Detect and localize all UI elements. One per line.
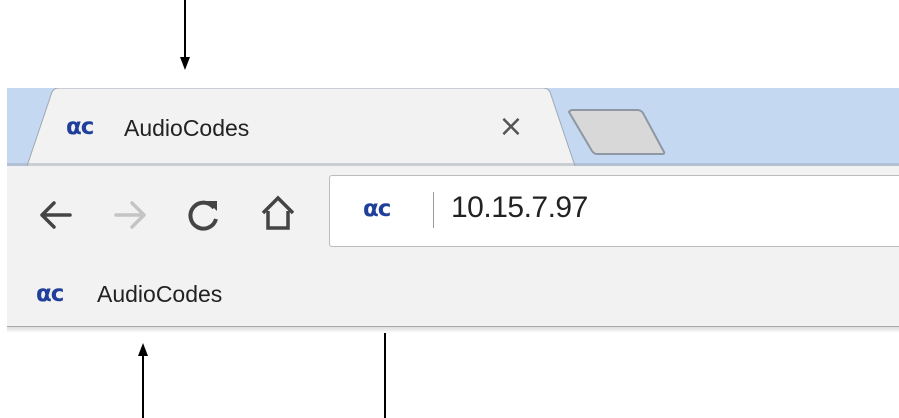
bookmarks-bar-shadow [7, 327, 899, 333]
bookmark-favicon-icon[interactable]: αc [36, 281, 64, 307]
annotation-arrow-tab [184, 0, 186, 58]
omnibox-url-text[interactable]: 10.15.7.97 [451, 190, 588, 226]
back-arrow-icon[interactable] [36, 195, 76, 235]
site-info-icon[interactable]: αc [363, 196, 391, 222]
tab-title[interactable]: AudioCodes [124, 115, 249, 141]
annotated-browser-screenshot: αc AudioCodes × αc 10.15.7.97 αc AudioCo… [0, 0, 899, 418]
omnibox[interactable] [329, 175, 899, 247]
new-tab-button[interactable] [567, 108, 667, 156]
tab-favicon-icon: αc [66, 114, 94, 140]
home-icon[interactable] [258, 193, 298, 233]
annotation-arrowhead-bookmark [138, 343, 148, 356]
annotation-arrow-bookmark [142, 355, 144, 418]
tab-close-button[interactable]: × [496, 110, 526, 144]
bookmark-audiocodes[interactable]: AudioCodes [97, 280, 222, 308]
forward-arrow-icon[interactable] [110, 195, 150, 235]
annotation-arrowhead-tab [180, 57, 190, 70]
reload-icon[interactable] [183, 195, 223, 235]
omnibox-separator [433, 192, 434, 228]
